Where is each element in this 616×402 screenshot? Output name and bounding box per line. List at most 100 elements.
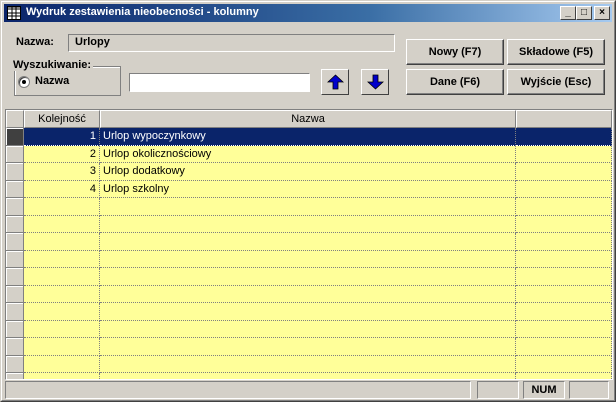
cell-extra — [516, 250, 612, 268]
row-indicator[interactable] — [6, 180, 24, 198]
row-indicator[interactable] — [6, 145, 24, 163]
empty-table-row[interactable] — [6, 338, 612, 356]
column-header-extra[interactable] — [516, 110, 612, 128]
cell-order: 2 — [24, 145, 100, 163]
cell-extra — [516, 373, 612, 379]
table-row[interactable]: 1 Urlop wypoczynkowy — [6, 128, 612, 146]
cell-extra — [516, 233, 612, 251]
status-panel-main — [5, 381, 471, 399]
new-button[interactable]: Nowy (F7) — [406, 39, 504, 65]
cell-name — [100, 355, 516, 373]
table-row[interactable]: 4 Urlop szkolny — [6, 180, 612, 198]
app-window: Wydruk zestawienia nieobecności - kolumn… — [0, 0, 616, 402]
nazwa-field: Urlopy — [68, 34, 395, 52]
cell-extra — [516, 198, 612, 216]
cell-name — [100, 268, 516, 286]
row-indicator[interactable] — [6, 285, 24, 303]
table-row[interactable]: 3 Urlop dodatkowy — [6, 163, 612, 181]
cell-name: Urlop szkolny — [100, 180, 516, 198]
minimize-button[interactable]: _ — [560, 6, 576, 20]
row-indicator[interactable] — [6, 233, 24, 251]
row-indicator[interactable] — [6, 268, 24, 286]
cell-extra — [516, 320, 612, 338]
cell-name — [100, 285, 516, 303]
row-indicator[interactable] — [6, 163, 24, 181]
cell-name — [100, 198, 516, 216]
close-button[interactable]: × — [594, 6, 610, 20]
radio-dot-icon — [22, 80, 26, 84]
exit-button[interactable]: Wyjście (Esc) — [507, 69, 605, 95]
data-button[interactable]: Dane (F6) — [406, 69, 504, 95]
cell-name — [100, 215, 516, 233]
cell-name: Urlop okolicznościowy — [100, 145, 516, 163]
empty-table-row[interactable] — [6, 320, 612, 338]
empty-table-row[interactable] — [6, 373, 612, 379]
cell-order — [24, 215, 100, 233]
search-by-name-label[interactable]: Nazwa — [35, 75, 69, 87]
row-indicator[interactable] — [6, 320, 24, 338]
status-bar: NUM — [5, 381, 613, 399]
row-indicator[interactable] — [6, 250, 24, 268]
empty-table-row[interactable] — [6, 250, 612, 268]
cell-order — [24, 268, 100, 286]
search-by-name-radio[interactable] — [18, 76, 30, 88]
row-indicator[interactable] — [6, 198, 24, 216]
cell-name — [100, 233, 516, 251]
empty-table-row[interactable] — [6, 268, 612, 286]
table-icon — [7, 6, 21, 20]
cell-order — [24, 303, 100, 321]
grid-header: Kolejność Nazwa — [6, 110, 612, 128]
cell-name — [100, 303, 516, 321]
data-grid[interactable]: Kolejność Nazwa 1 Urlop wypoczynkowy 2 Urlo… — [5, 109, 613, 380]
cell-extra — [516, 215, 612, 233]
cell-order — [24, 355, 100, 373]
row-indicator[interactable] — [6, 338, 24, 356]
maximize-button[interactable]: □ — [576, 6, 592, 20]
search-group-title: Wyszukiwanie: — [11, 59, 94, 71]
cell-order — [24, 320, 100, 338]
cell-extra — [516, 268, 612, 286]
empty-table-row[interactable] — [6, 233, 612, 251]
title-bar[interactable]: Wydruk zestawienia nieobecności - kolumn… — [4, 4, 612, 22]
cell-order: 1 — [24, 128, 100, 146]
row-indicator[interactable] — [6, 355, 24, 373]
status-panel-2 — [477, 381, 519, 399]
cell-name — [100, 373, 516, 379]
column-header-order[interactable]: Kolejność — [24, 110, 100, 128]
empty-table-row[interactable] — [6, 303, 612, 321]
components-button[interactable]: Składowe (F5) — [507, 39, 605, 65]
column-header-name[interactable]: Nazwa — [100, 110, 516, 128]
cell-extra — [516, 303, 612, 321]
row-indicator[interactable] — [6, 303, 24, 321]
move-up-button[interactable] — [321, 69, 349, 95]
status-panel-4 — [569, 381, 609, 399]
empty-table-row[interactable] — [6, 355, 612, 373]
cell-order: 4 — [24, 180, 100, 198]
cell-extra — [516, 355, 612, 373]
row-indicator[interactable] — [6, 215, 24, 233]
cell-extra — [516, 180, 612, 198]
header-corner — [6, 110, 24, 128]
search-input[interactable] — [129, 73, 310, 92]
cell-order — [24, 373, 100, 379]
cell-order — [24, 285, 100, 303]
row-indicator[interactable] — [6, 128, 24, 146]
empty-table-row[interactable] — [6, 285, 612, 303]
arrow-down-icon — [367, 74, 384, 90]
cell-order — [24, 250, 100, 268]
nazwa-label: Nazwa: — [16, 36, 54, 48]
cell-order — [24, 338, 100, 356]
table-row[interactable]: 2 Urlop okolicznościowy — [6, 145, 612, 163]
cell-extra — [516, 145, 612, 163]
window-title: Wydruk zestawienia nieobecności - kolumn… — [26, 6, 259, 18]
empty-table-row[interactable] — [6, 198, 612, 216]
empty-table-row[interactable] — [6, 215, 612, 233]
cell-name — [100, 338, 516, 356]
move-down-button[interactable] — [361, 69, 389, 95]
cell-extra — [516, 163, 612, 181]
cell-name: Urlop dodatkowy — [100, 163, 516, 181]
cell-name — [100, 320, 516, 338]
row-indicator[interactable] — [6, 373, 24, 379]
cell-name: Urlop wypoczynkowy — [100, 128, 516, 146]
cell-extra — [516, 285, 612, 303]
